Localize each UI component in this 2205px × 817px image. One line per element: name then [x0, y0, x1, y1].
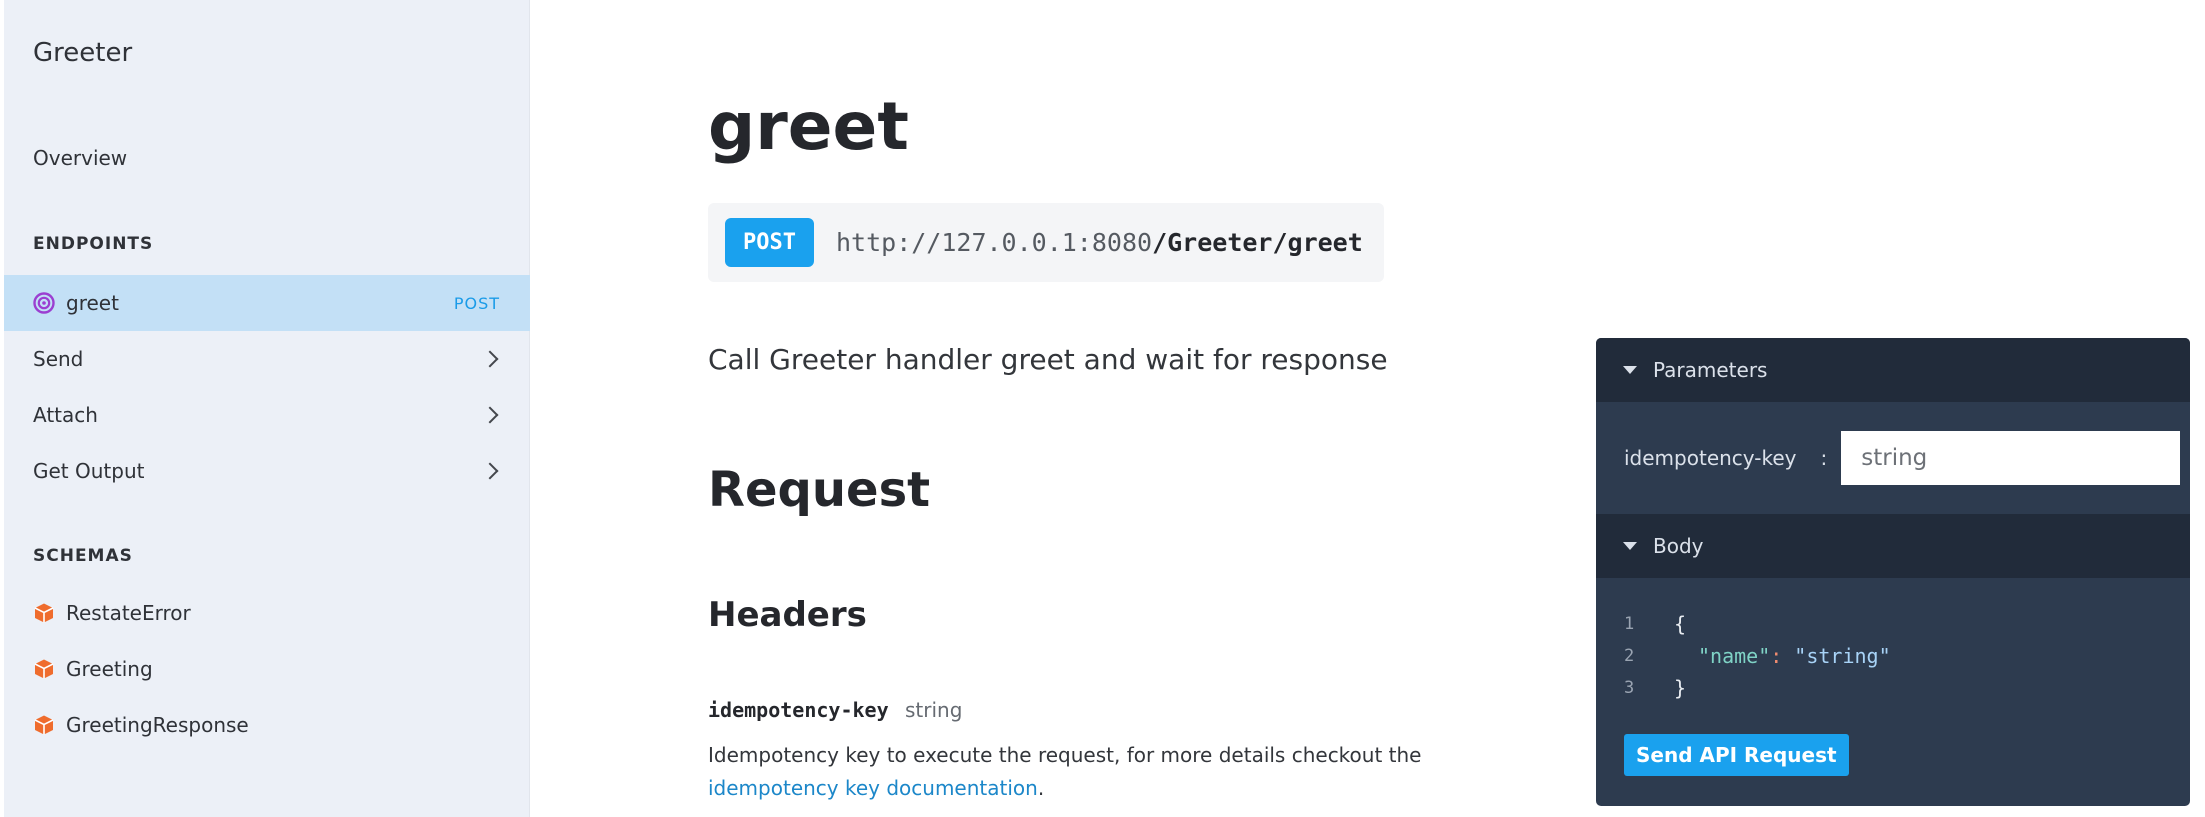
- chevron-right-icon: [481, 350, 499, 368]
- schemas-heading: SCHEMAS: [33, 546, 133, 566]
- endpoint-description: Call Greeter handler greet and wait for …: [708, 343, 1388, 376]
- sidebar-item-greeting-response[interactable]: GreetingResponse: [4, 697, 530, 753]
- request-heading: Request: [708, 462, 931, 518]
- sidebar-item-send[interactable]: Send: [4, 331, 530, 387]
- sidebar-item-label: GreetingResponse: [66, 713, 249, 737]
- line-number: 2: [1624, 646, 1635, 666]
- sidebar-item-label: Attach: [33, 403, 98, 427]
- sidebar-item-greet[interactable]: greet POST: [4, 275, 530, 331]
- param-colon: :: [1820, 446, 1828, 470]
- url-path: /Greeter/greet: [1152, 228, 1363, 257]
- body-toggle[interactable]: Body: [1596, 514, 2190, 578]
- param-name: idempotency-key: [708, 698, 889, 722]
- sidebar-item-label: greet: [66, 291, 119, 315]
- headers-heading: Headers: [708, 595, 867, 635]
- send-api-request-button[interactable]: Send API Request: [1624, 734, 1849, 776]
- code-text: }: [1674, 676, 1687, 700]
- caret-down-icon: [1623, 366, 1637, 374]
- body-editor[interactable]: 1 { 2 "name" : "string" 3 }: [1596, 578, 2190, 704]
- idempotency-key-input[interactable]: [1841, 431, 2181, 485]
- code-key: "name": [1698, 644, 1771, 668]
- caret-down-icon: [1623, 542, 1637, 550]
- param-description-trailing: .: [1037, 776, 1045, 800]
- endpoints-heading: ENDPOINTS: [33, 234, 154, 254]
- sidebar-item-greeting[interactable]: Greeting: [4, 641, 530, 697]
- line-number: 1: [1624, 614, 1635, 634]
- method-badge: POST: [725, 218, 814, 267]
- chevron-right-icon: [481, 462, 499, 480]
- code-colon: :: [1770, 644, 1783, 668]
- endpoint-url-bar: POST http://127.0.0.1:8080/Greeter/greet: [708, 203, 1384, 282]
- code-line: 2 "name" : "string": [1624, 640, 2190, 672]
- code-line: 1 {: [1624, 608, 2190, 640]
- header-param: idempotency-key string: [708, 698, 962, 722]
- param-description: Idempotency key to execute the request, …: [708, 739, 1428, 805]
- sidebar: Greeter Overview ENDPOINTS greet POST Se…: [0, 0, 530, 817]
- method-tag: POST: [453, 293, 500, 313]
- param-description-text: Idempotency key to execute the request, …: [708, 743, 1422, 767]
- code-line: 3 }: [1624, 672, 2190, 704]
- cube-icon: [33, 658, 55, 680]
- code-text: {: [1674, 612, 1687, 636]
- sidebar-item-label: Greeting: [66, 657, 153, 681]
- cube-icon: [33, 714, 55, 736]
- sidebar-item-label: Send: [33, 347, 84, 371]
- sidebar-item-overview[interactable]: Overview: [33, 146, 127, 170]
- parameters-label: Parameters: [1653, 358, 1768, 382]
- line-number: 3: [1624, 678, 1635, 698]
- parameters-toggle[interactable]: Parameters: [1596, 338, 2190, 402]
- param-type: string: [904, 698, 963, 722]
- chevron-right-icon: [481, 406, 499, 424]
- target-icon: [33, 292, 55, 314]
- sidebar-item-get-output[interactable]: Get Output: [4, 443, 530, 499]
- sidebar-item-label: RestateError: [66, 601, 191, 625]
- sidebar-item-attach[interactable]: Attach: [4, 387, 530, 443]
- endpoint-url: http://127.0.0.1:8080/Greeter/greet: [836, 228, 1363, 257]
- cube-icon: [33, 602, 55, 624]
- code-value: "string": [1794, 644, 1891, 668]
- app-title: Greeter: [33, 38, 133, 68]
- api-request-panel: Parameters idempotency-key : Body 1 { 2 …: [1596, 338, 2190, 806]
- sidebar-item-restate-error[interactable]: RestateError: [4, 585, 530, 641]
- sidebar-item-label: Get Output: [33, 459, 145, 483]
- body-label: Body: [1653, 534, 1704, 558]
- page-title: greet: [708, 88, 909, 165]
- param-input-label: idempotency-key: [1624, 446, 1797, 470]
- param-input-row: idempotency-key :: [1596, 402, 2190, 514]
- url-base: http://127.0.0.1:8080: [835, 228, 1153, 257]
- idempotency-docs-link[interactable]: idempotency key documentation: [708, 776, 1038, 800]
